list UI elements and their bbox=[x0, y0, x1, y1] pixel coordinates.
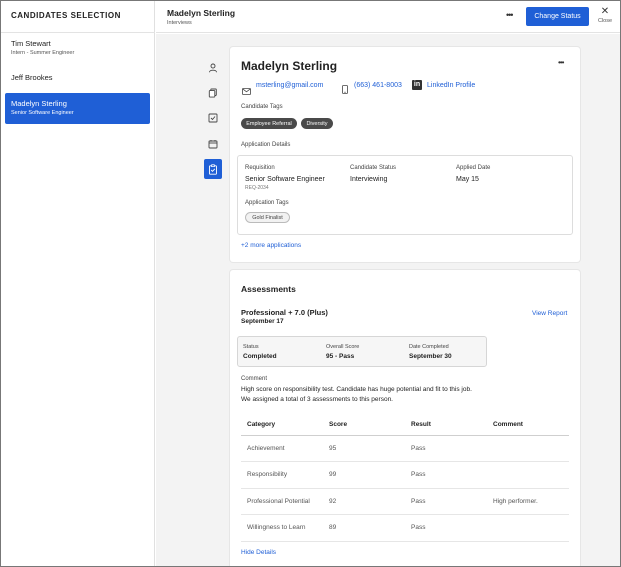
calendar-icon[interactable] bbox=[204, 135, 222, 153]
sidebar-item-jeff-brookes[interactable]: Jeff Brookes bbox=[5, 73, 150, 82]
table-cell-score: 99 bbox=[323, 461, 405, 489]
application-details-box: Requisition Senior Software Engineer REQ… bbox=[237, 155, 573, 235]
candidates-sidebar: CANDIDATES SELECTION Tim Stewart Intern … bbox=[1, 1, 155, 566]
clipboard-check-icon[interactable] bbox=[204, 159, 222, 179]
profile-name: Madelyn Sterling bbox=[241, 59, 338, 73]
header-subtitle: Interviews bbox=[167, 20, 192, 26]
assessment-summary-box: Status Completed Overall Score 95 - Pass… bbox=[237, 336, 487, 367]
email-link[interactable]: msterling@gmail.com bbox=[256, 82, 323, 89]
candidate-name: Jeff Brookes bbox=[11, 73, 53, 82]
table-header-row: Category Score Result Comment bbox=[241, 415, 569, 436]
table-cell-comment bbox=[487, 461, 569, 489]
column-header-score: Score bbox=[323, 415, 405, 436]
profile-more-icon[interactable]: ••• bbox=[558, 58, 564, 67]
table-cell-score: 95 bbox=[323, 435, 405, 462]
sidebar-title: CANDIDATES SELECTION bbox=[11, 11, 121, 20]
tag-gold-finalist[interactable]: Gold Finalist bbox=[245, 212, 290, 223]
linkedin-icon: in bbox=[412, 80, 422, 90]
checklist-icon[interactable] bbox=[204, 109, 222, 127]
sidebar-item-madelyn-sterling[interactable]: Madelyn Sterling Senior Software Enginee… bbox=[5, 93, 150, 124]
phone-icon bbox=[342, 81, 348, 99]
phone-link[interactable]: (663) 461-8003 bbox=[354, 82, 402, 89]
assessment-date: September 17 bbox=[241, 318, 284, 325]
candidate-role: Senior Software Engineer bbox=[11, 110, 74, 116]
table-cell-result: Pass bbox=[405, 435, 487, 462]
requisition-id: REQ-2034 bbox=[245, 185, 269, 191]
date-completed-label: Date Completed bbox=[409, 344, 449, 350]
table-cell-category: Achievement bbox=[241, 435, 323, 462]
candidate-tags-label: Candidate Tags bbox=[241, 104, 283, 110]
comment-label: Comment bbox=[241, 376, 268, 382]
hide-details-link[interactable]: Hide Details bbox=[241, 549, 276, 556]
sidebar-divider bbox=[1, 32, 155, 33]
close-label: Close bbox=[597, 18, 613, 24]
candidate-status-value: Interviewing bbox=[350, 176, 388, 183]
table-cell-result: Pass bbox=[405, 514, 487, 542]
assessments-card: Assessments Professional + 7.0 (Plus) Se… bbox=[230, 270, 580, 566]
table-cell-comment: High performer. bbox=[487, 488, 569, 515]
comment-line-2: We assigned a total of 3 assessments to … bbox=[241, 396, 393, 403]
table-cell-result: Pass bbox=[405, 488, 487, 515]
candidate-name: Tim Stewart bbox=[11, 39, 51, 48]
applied-date-label: Applied Date bbox=[456, 165, 491, 171]
email-icon bbox=[242, 82, 251, 100]
linkedin-link[interactable]: LinkedIn Profile bbox=[427, 82, 475, 89]
table-row: Achievement 95 Pass bbox=[241, 435, 569, 462]
requisition-value: Senior Software Engineer bbox=[245, 176, 325, 183]
change-status-button[interactable]: Change Status bbox=[526, 7, 589, 26]
candidate-status-label: Candidate Status bbox=[350, 165, 397, 171]
candidate-name: Madelyn Sterling bbox=[11, 99, 67, 108]
application-details-label: Application Details bbox=[241, 142, 291, 148]
more-applications-link[interactable]: +2 more applications bbox=[241, 242, 301, 249]
status-label: Status bbox=[243, 344, 259, 350]
table-cell-category: Responsibility bbox=[241, 461, 323, 489]
sidebar-item-tim-stewart[interactable]: Tim Stewart Intern - Summer Engineer bbox=[5, 39, 150, 56]
profile-card: Madelyn Sterling ••• msterling@gmail.com… bbox=[230, 47, 580, 262]
person-icon[interactable] bbox=[204, 59, 222, 77]
table-cell-category: Willingness to Learn bbox=[241, 514, 323, 542]
overall-score-label: Overall Score bbox=[326, 344, 360, 350]
application-tags-label: Application Tags bbox=[245, 200, 289, 206]
more-options-icon[interactable]: ••• bbox=[506, 10, 514, 20]
status-value: Completed bbox=[243, 353, 277, 360]
table-cell-score: 92 bbox=[323, 488, 405, 515]
table-cell-category: Professional Potential bbox=[241, 488, 323, 515]
date-completed-value: September 30 bbox=[409, 353, 452, 360]
table-row: Responsibility 99 Pass bbox=[241, 461, 569, 489]
header-candidate-name: Madelyn Sterling bbox=[167, 8, 236, 18]
table-row: Professional Potential 92 Pass High perf… bbox=[241, 488, 569, 515]
table-cell-result: Pass bbox=[405, 461, 487, 489]
column-header-category: Category bbox=[241, 415, 323, 436]
applied-date-value: May 15 bbox=[456, 176, 479, 183]
table-cell-comment bbox=[487, 514, 569, 542]
overall-score-value: 95 - Pass bbox=[326, 353, 355, 360]
column-header-comment: Comment bbox=[487, 415, 569, 436]
top-header: Madelyn Sterling Interviews ••• Change S… bbox=[156, 1, 620, 33]
close-icon: ✕ bbox=[600, 6, 610, 17]
assessments-title: Assessments bbox=[241, 284, 296, 294]
assessment-results-table: Category Score Result Comment Achievemen… bbox=[241, 415, 569, 542]
assessment-name: Professional + 7.0 (Plus) bbox=[241, 308, 328, 317]
requisition-label: Requisition bbox=[245, 165, 275, 171]
app-window: CANDIDATES SELECTION Tim Stewart Intern … bbox=[0, 0, 621, 567]
column-header-result: Result bbox=[405, 415, 487, 436]
table-row: Willingness to Learn 89 Pass bbox=[241, 514, 569, 542]
table-cell-comment bbox=[487, 435, 569, 462]
view-report-link[interactable]: View Report bbox=[532, 310, 567, 317]
close-button[interactable]: ✕ Close bbox=[596, 6, 614, 25]
tag-employee-referral[interactable]: Employee Referral bbox=[241, 118, 297, 129]
tag-diversity[interactable]: Diversity bbox=[301, 118, 333, 129]
documents-icon[interactable] bbox=[204, 84, 222, 102]
table-cell-score: 89 bbox=[323, 514, 405, 542]
candidate-role: Intern - Summer Engineer bbox=[11, 50, 75, 56]
comment-line-1: High score on responsibility test. Candi… bbox=[241, 386, 472, 393]
